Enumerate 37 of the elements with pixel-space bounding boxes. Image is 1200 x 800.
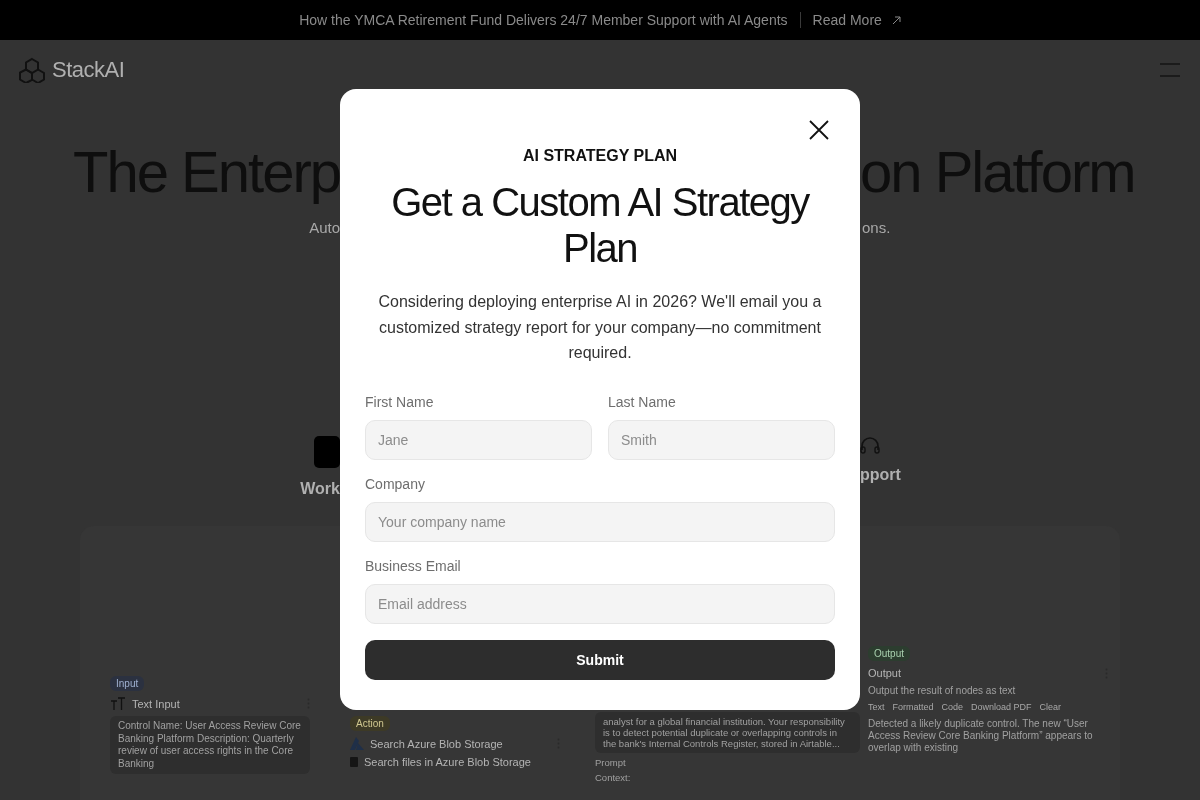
node-text: analyst for a global financial institution. Your responsibility is to detect potential duplicate or overlapping controls in the bank's Internal Controls Register, stored in Airtable... [595,712,860,753]
field-label: Last Name [608,393,677,410]
input-field[interactable]: Jane [365,419,592,460]
hero-subtitle: ons. [861,219,891,236]
field-label: Context: [595,772,632,783]
node-tag: Input [110,676,145,691]
field-label: Company [365,475,426,492]
node-tag: Output [868,646,911,661]
input-field[interactable]: Email address [365,583,835,624]
node-subtitle: Search files in Azure Blob Storage [364,756,532,768]
announcement-text: How the YMCA Retirement Fund Delivers 24/7 Member Support with AI Agents [299,12,788,28]
node-text: Control Name: User Access Review Core Banking Platform Description: Quarterly review of user access rights in the Core Banking [110,716,310,774]
hero-subtitle: Auto [309,219,340,236]
toolbar-item[interactable]: Code [941,702,964,712]
field-label: Business Email [365,557,462,574]
node-subtitle: Output the result of nodes as text [868,685,1017,696]
submit-button[interactable]: Submit [365,639,835,680]
toolbar-item[interactable]: Text [868,702,885,712]
modal-title: Get a Custom AI Strategy Plan [390,179,811,271]
node-title: Search Azure Blob Storage [370,737,504,750]
toolbar-item[interactable]: Formatted [892,702,934,712]
input-field[interactable]: Your company name [365,501,835,542]
support-tab[interactable]: pport [860,436,901,498]
toolbar-item[interactable]: Clear [1039,702,1062,712]
read-more-link[interactable]: Read More [812,12,901,28]
node-text: Detected a likely duplicate control. The new “User Access Review Core Banking Platform” appears to overlap with existing [868,718,1094,754]
field-label: Prompt [595,757,627,768]
workflow-tab[interactable]: Work [300,436,340,498]
node-title: Text Input [132,697,181,710]
modal-description: Considering deploying enterprise AI in 2026? We'll email you a customized strategy report for your company—no commitment required. [377,292,823,363]
modal-kicker: AI STRATEGY PLAN [522,147,678,165]
input-field[interactable]: Smith [608,419,835,460]
field-label: First Name [365,393,435,410]
node-tag: Action [350,716,390,731]
toolbar-item[interactable]: Download PDF [971,702,1032,712]
node-title: Output [868,667,903,679]
logo-text[interactable]: StackAI [52,57,125,83]
